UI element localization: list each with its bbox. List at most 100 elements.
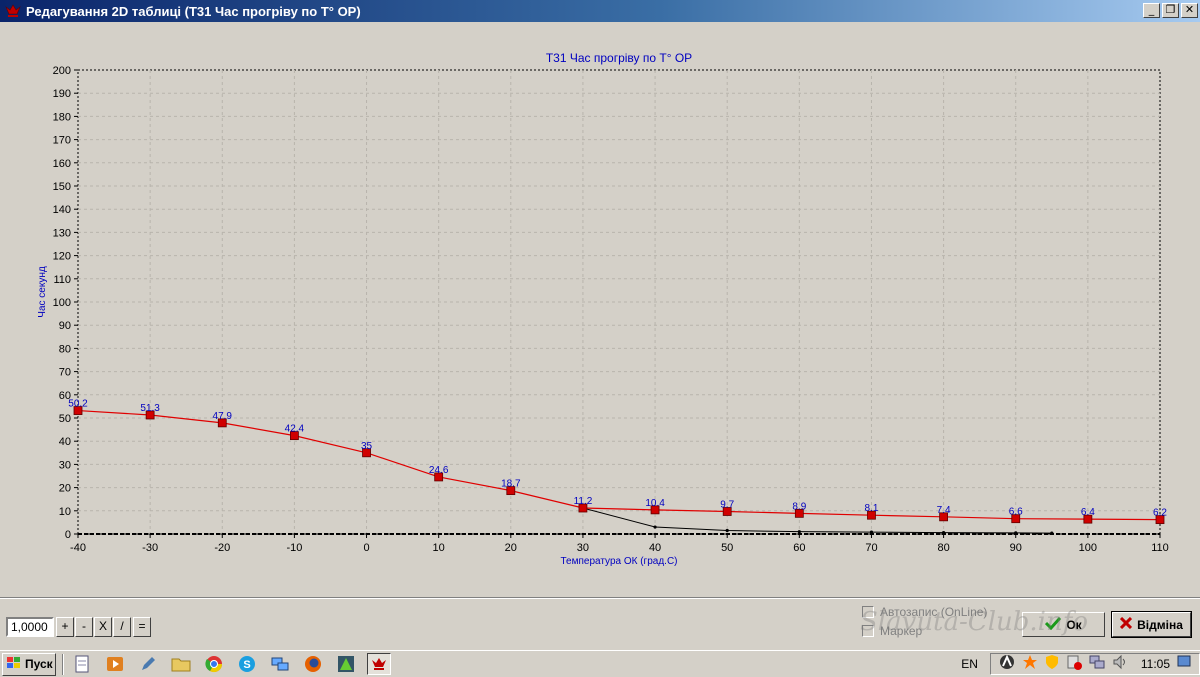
y-tick-label: 40 (59, 436, 71, 448)
cancel-button[interactable]: Відміна (1111, 611, 1192, 638)
x-tick-label: 70 (865, 542, 877, 554)
x-tick-label: 110 (1151, 542, 1169, 554)
x-tick-label: -30 (142, 542, 158, 554)
equals-button[interactable]: = (133, 617, 151, 637)
data-label: 10.4 (645, 498, 665, 509)
y-tick-label: 50 (59, 413, 71, 425)
network-icon[interactable] (268, 653, 292, 675)
start-button[interactable]: Пуск (2, 652, 56, 676)
chart-title: T31 Час прогріву по T° ОР (546, 51, 692, 65)
warmup-chart[interactable]: 0102030405060708090100110120130140150160… (0, 22, 1200, 597)
y-tick-label: 170 (53, 135, 71, 147)
x-tick-label: 0 (363, 542, 369, 554)
notepad-icon[interactable] (70, 653, 94, 675)
app-tile-icon[interactable] (334, 653, 358, 675)
black-series-point (1050, 531, 1054, 535)
data-label: 6.2 (1153, 508, 1167, 519)
data-label: 6.4 (1081, 507, 1095, 518)
y-tick-label: 200 (53, 65, 71, 77)
data-label: 8.1 (865, 503, 879, 514)
red-series-line (77, 409, 1161, 521)
black-series-point (653, 525, 657, 529)
autosave-label: Автозапис (OnLine) (880, 605, 988, 619)
close-button[interactable]: ✕ (1181, 3, 1198, 18)
data-label: 42.4 (285, 424, 305, 435)
value-input[interactable]: 1,0000 (6, 617, 54, 637)
shield-icon[interactable] (1045, 654, 1059, 675)
autosave-checkbox[interactable]: Автозапис (OnLine) (862, 605, 987, 619)
data-label: 51.3 (140, 403, 160, 414)
ok-button[interactable]: Ок (1022, 612, 1105, 637)
y-tick-label: 100 (53, 297, 71, 309)
x-tick-label: 60 (793, 542, 805, 554)
y-tick-label: 0 (65, 529, 71, 541)
language-indicator[interactable]: EN (961, 657, 978, 671)
ok-label: Ок (1066, 617, 1082, 632)
power-warning-icon[interactable] (1066, 654, 1082, 675)
black-series-point (797, 530, 801, 534)
x-tick-label: -10 (286, 542, 302, 554)
multiply-button[interactable]: X (94, 617, 112, 637)
data-label: 50.2 (68, 399, 88, 410)
add-button[interactable]: + (56, 617, 74, 637)
firefox-icon[interactable] (301, 653, 325, 675)
minimize-button[interactable]: _ (1143, 3, 1160, 18)
black-series-point (1014, 531, 1018, 535)
data-label: 11.2 (574, 496, 593, 507)
y-tick-label: 80 (59, 343, 71, 355)
y-tick-label: 150 (53, 181, 71, 193)
data-label: 7.4 (937, 505, 951, 516)
data-label: 47.9 (213, 411, 233, 422)
data-label: 24.6 (429, 465, 449, 476)
data-label: 8.9 (792, 501, 806, 512)
x-tick-label: 30 (577, 542, 589, 554)
y-tick-label: 180 (53, 111, 71, 123)
folder-icon[interactable] (169, 653, 193, 675)
restore-button[interactable]: ❐ (1162, 3, 1179, 18)
app-crown-icon (4, 2, 22, 20)
y-tick-label: 190 (53, 88, 71, 100)
network-tray-icon[interactable] (1089, 654, 1105, 675)
black-series-point (942, 531, 946, 535)
media-player-icon[interactable] (103, 653, 127, 675)
data-label: 6.6 (1009, 507, 1023, 518)
avast-icon[interactable] (1022, 654, 1038, 675)
windows-logo-icon (6, 656, 22, 673)
system-tray: EN 11:05 (961, 652, 1200, 676)
y-tick-label: 130 (53, 227, 71, 239)
window-title: Редагування 2D таблиці (T31 Час прогріву… (26, 3, 361, 19)
y-tick-label: 70 (59, 367, 71, 379)
chrome-icon[interactable] (202, 653, 226, 675)
x-tick-label: 100 (1079, 542, 1097, 554)
autosave-box[interactable] (862, 606, 874, 618)
checkmark-icon (1045, 616, 1062, 633)
y-tick-label: 120 (53, 251, 71, 263)
subtract-button[interactable]: - (75, 617, 93, 637)
y-tick-label: 10 (59, 506, 71, 518)
antivirus-icon[interactable] (999, 654, 1015, 675)
volume-icon[interactable] (1112, 654, 1128, 675)
clock[interactable]: 11:05 (1141, 657, 1170, 671)
taskbar-separator (62, 653, 64, 675)
skype-icon[interactable]: S (235, 653, 259, 675)
pencil-icon[interactable] (136, 653, 160, 675)
x-tick-label: 90 (1010, 542, 1022, 554)
x-tick-label: -20 (214, 542, 230, 554)
show-desktop-icon[interactable] (1177, 654, 1191, 675)
y-tick-label: 20 (59, 483, 71, 495)
taskbar-app-crown-icon[interactable] (367, 653, 391, 675)
marker-box[interactable] (862, 625, 874, 637)
y-axis-title: Час секунд (37, 266, 48, 318)
divide-button[interactable]: / (113, 617, 131, 637)
marker-checkbox[interactable]: Маркер (862, 624, 922, 638)
x-tick-label: 10 (433, 542, 445, 554)
svg-text:S: S (243, 659, 250, 671)
black-series-point (869, 530, 874, 534)
cancel-label: Відміна (1137, 617, 1183, 632)
y-tick-label: 30 (59, 459, 71, 471)
black-series-point (725, 528, 729, 533)
y-tick-label: 160 (53, 158, 71, 170)
title-bar[interactable]: Редагування 2D таблиці (T31 Час прогріву… (0, 0, 1200, 22)
x-tick-label: 40 (649, 542, 661, 554)
x-tick-label: 80 (937, 542, 949, 554)
